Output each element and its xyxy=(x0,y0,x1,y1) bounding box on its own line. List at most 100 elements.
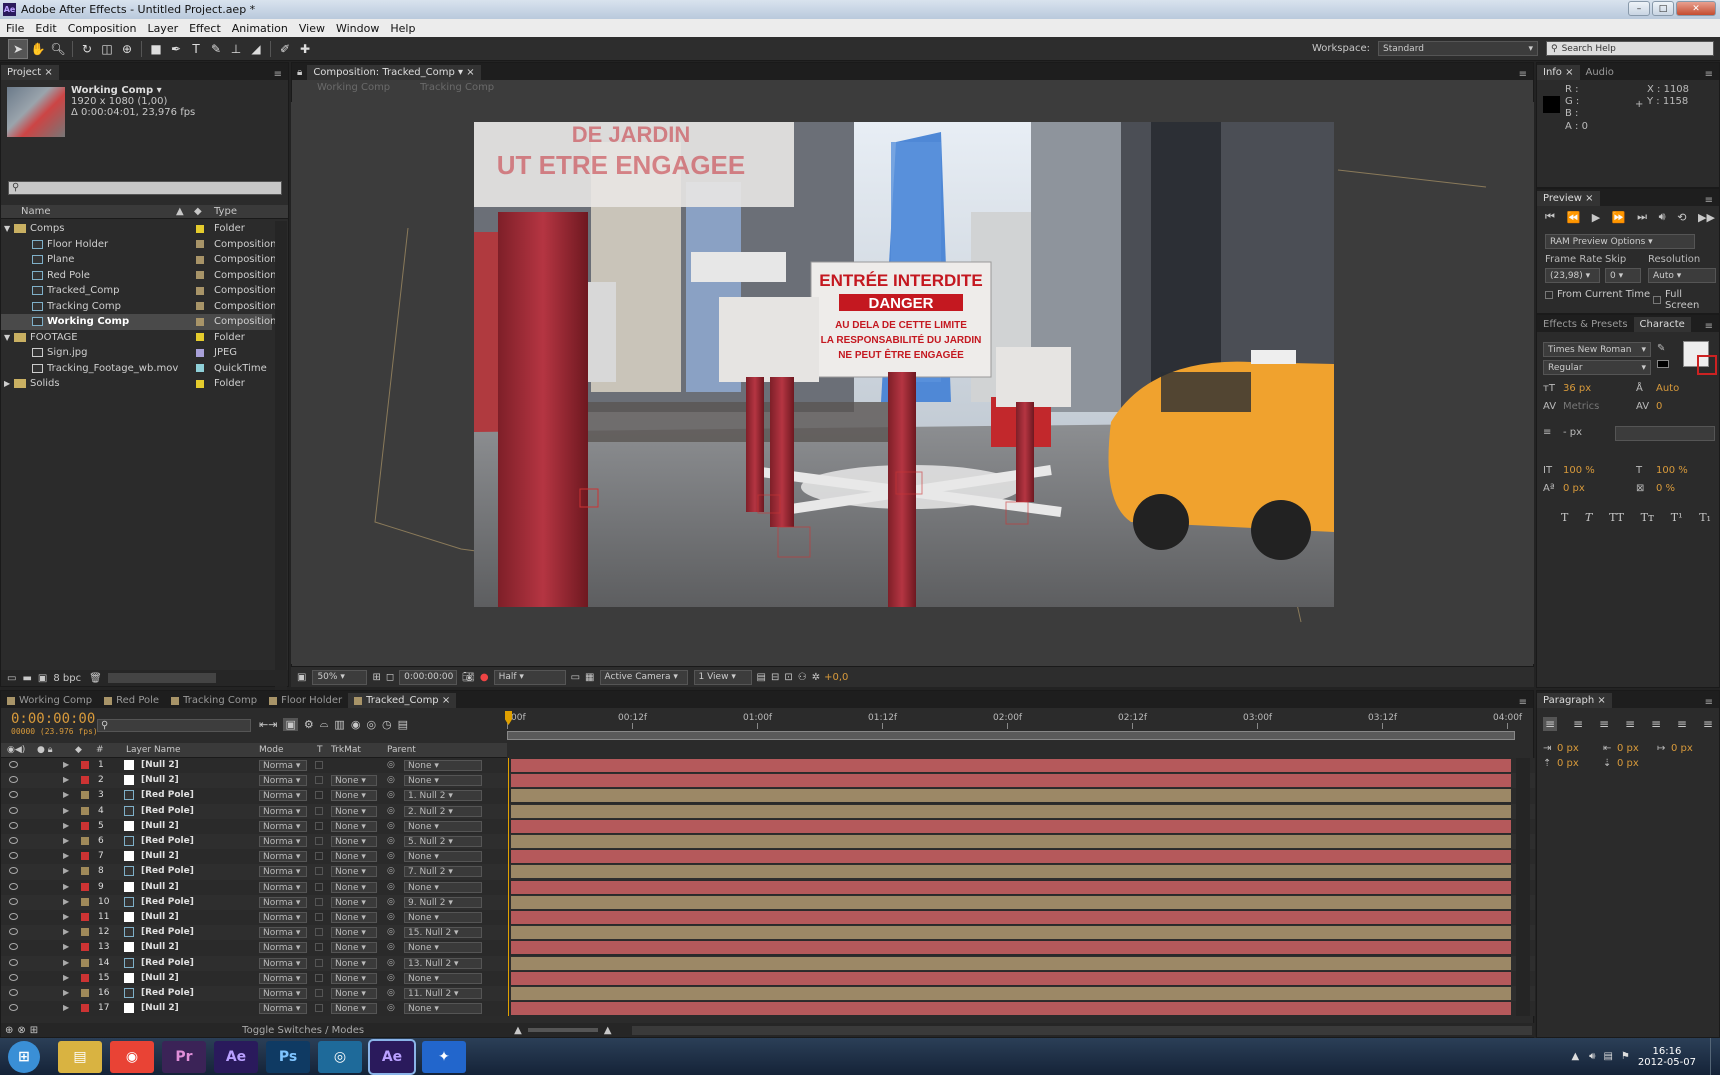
zoom-tool-icon[interactable]: 🔍︎ xyxy=(48,39,68,59)
layer-row[interactable]: ▶ 7 [Null 2] Norma ▾ None ▾ ◎ None ▾ xyxy=(1,849,1535,865)
full-screen-checkbox[interactable]: Full Screen xyxy=(1653,289,1719,311)
label-color-swatch[interactable] xyxy=(196,240,204,249)
layer-duration-bar[interactable] xyxy=(511,987,1511,1000)
layer-row[interactable]: ▶ 6 [Red Pole] Norma ▾ None ▾ ◎ 5. Null 2 ▾ xyxy=(1,834,1535,850)
visibility-eye-icon[interactable] xyxy=(9,882,18,890)
breadcrumb-tracking-comp[interactable]: Tracking Comp xyxy=(420,82,494,93)
layer-name[interactable]: [Null 2] xyxy=(141,912,179,922)
trkmat-dropdown[interactable]: None ▾ xyxy=(331,896,377,908)
justify-right-icon[interactable]: ≡ xyxy=(1677,717,1687,731)
layer-label-swatch[interactable] xyxy=(81,897,89,906)
fast-previews-icon[interactable]: ⊟ xyxy=(771,672,779,683)
visibility-eye-icon[interactable] xyxy=(9,928,18,936)
blend-mode-dropdown[interactable]: Norma ▾ xyxy=(259,942,307,954)
indent-right-value[interactable]: 0 px xyxy=(1617,743,1639,754)
layer-name[interactable]: [Red Pole] xyxy=(141,897,194,907)
trkmat-dropdown[interactable]: None ▾ xyxy=(331,775,377,787)
blend-mode-dropdown[interactable]: Norma ▾ xyxy=(259,972,307,984)
play-icon[interactable]: ▶ xyxy=(1592,211,1600,224)
column-name-header[interactable]: Name xyxy=(21,206,51,217)
parent-pickwhip-icon[interactable]: ◎ xyxy=(387,988,395,998)
parent-pickwhip-icon[interactable]: ◎ xyxy=(387,973,395,983)
blend-mode-dropdown[interactable]: Norma ▾ xyxy=(259,881,307,893)
parent-pickwhip-icon[interactable]: ◎ xyxy=(387,958,395,968)
visibility-eye-icon[interactable] xyxy=(9,806,18,814)
ram-preview-icon[interactable]: ▶▶ xyxy=(1698,211,1715,224)
layer-disclosure-triangle-icon[interactable]: ▶ xyxy=(63,775,69,784)
visibility-eye-icon[interactable] xyxy=(9,913,18,920)
work-area-bar[interactable] xyxy=(507,731,1515,740)
channel-icon[interactable]: ● xyxy=(480,672,489,683)
preserve-transparency-checkbox[interactable] xyxy=(315,897,323,906)
label-color-swatch[interactable] xyxy=(196,302,204,311)
visibility-eye-icon[interactable] xyxy=(9,852,18,860)
menu-effect[interactable]: Effect xyxy=(183,22,226,35)
tab-character[interactable]: Characte xyxy=(1633,317,1691,332)
parent-dropdown[interactable]: 11. Null 2 ▾ xyxy=(404,988,482,999)
layer-disclosure-triangle-icon[interactable]: ▶ xyxy=(63,912,69,921)
label-color-swatch[interactable] xyxy=(196,348,204,357)
align-left-icon[interactable]: ≡ xyxy=(1543,717,1558,731)
layer-label-swatch[interactable] xyxy=(81,882,89,891)
justify-all-icon[interactable]: ≡ xyxy=(1703,717,1713,731)
layer-duration-bar[interactable] xyxy=(511,895,1511,909)
blend-mode-dropdown[interactable]: Norma ▾ xyxy=(259,957,307,969)
label-color-swatch[interactable] xyxy=(196,255,204,264)
puppet-pin-tool-icon[interactable]: ✚ xyxy=(295,39,315,59)
layer-label-swatch[interactable] xyxy=(81,867,89,876)
layer-disclosure-triangle-icon[interactable]: ▶ xyxy=(63,942,69,951)
tab-paragraph[interactable]: Paragraph × xyxy=(1537,693,1612,708)
label-color-swatch[interactable] xyxy=(196,364,204,373)
menu-animation[interactable]: Animation xyxy=(226,22,293,35)
trkmat-dropdown[interactable]: None ▾ xyxy=(331,1003,377,1015)
tsume-value[interactable]: 0 % xyxy=(1656,483,1675,494)
parent-dropdown[interactable]: 2. Null 2 ▾ xyxy=(404,805,482,817)
lock-icon[interactable]: 🔒︎ xyxy=(297,67,302,78)
preserve-transparency-checkbox[interactable] xyxy=(315,776,323,785)
explorer-icon[interactable]: ▤ xyxy=(58,1040,102,1073)
parent-dropdown[interactable]: 13. Null 2 ▾ xyxy=(404,957,482,969)
layer-duration-bar[interactable] xyxy=(511,941,1511,955)
trkmat-dropdown[interactable]: None ▾ xyxy=(331,820,377,832)
faux-bold-button[interactable]: T xyxy=(1561,511,1568,524)
layer-disclosure-triangle-icon[interactable]: ▶ xyxy=(63,866,69,875)
layer-label-swatch[interactable] xyxy=(81,928,89,937)
volume-icon[interactable]: 🔊︎ xyxy=(1589,1051,1595,1062)
blend-mode-dropdown[interactable]: Norma ▾ xyxy=(259,790,307,802)
layer-label-swatch[interactable] xyxy=(81,761,89,769)
always-preview-icon[interactable]: ▣ xyxy=(297,672,306,683)
menu-view[interactable]: View xyxy=(293,22,330,35)
resolution-preview-dropdown[interactable]: Auto ▾ xyxy=(1648,268,1716,283)
layer-name[interactable]: [Red Pole] xyxy=(141,958,194,968)
preserve-transparency-checkbox[interactable] xyxy=(315,806,323,815)
tab-info[interactable]: Info × xyxy=(1537,65,1580,80)
auto-keyframe-icon[interactable]: ◷ xyxy=(382,718,392,731)
justify-left-icon[interactable]: ≡ xyxy=(1625,717,1635,731)
disclosure-triangle-icon[interactable]: ▼ xyxy=(4,333,14,342)
layer-label-swatch[interactable] xyxy=(81,913,89,921)
layer-disclosure-triangle-icon[interactable]: ▶ xyxy=(63,927,69,936)
parent-pickwhip-icon[interactable]: ◎ xyxy=(387,806,395,816)
tab-tracking-comp[interactable]: Tracking Comp xyxy=(165,693,263,708)
rectangle-tool-icon[interactable]: ■ xyxy=(146,39,166,59)
live-update-icon[interactable]: ▣ xyxy=(283,717,298,731)
parent-pickwhip-icon[interactable]: ◎ xyxy=(387,775,395,785)
menu-composition[interactable]: Composition xyxy=(62,22,142,35)
trkmat-dropdown[interactable]: None ▾ xyxy=(331,957,377,969)
layer-duration-bar[interactable] xyxy=(511,774,1511,788)
brainstorm-icon[interactable]: ◎ xyxy=(366,718,376,731)
parent-pickwhip-icon[interactable]: ◎ xyxy=(387,897,395,907)
kerning-value[interactable]: Metrics xyxy=(1563,401,1599,412)
font-size-value[interactable]: 36 px xyxy=(1563,383,1591,394)
parent-dropdown[interactable]: 5. Null 2 ▾ xyxy=(404,836,482,847)
column-type-header[interactable]: Type xyxy=(214,206,237,217)
photoshop-icon[interactable]: Ps xyxy=(266,1040,310,1073)
ram-preview-options-dropdown[interactable]: RAM Preview Options ▾ xyxy=(1545,234,1695,249)
tab-audio[interactable]: Audio xyxy=(1580,65,1620,80)
preserve-transparency-checkbox[interactable] xyxy=(315,821,323,830)
horizontal-scale-value[interactable]: 100 % xyxy=(1656,465,1688,476)
blend-mode-dropdown[interactable]: Norma ▾ xyxy=(259,1003,307,1015)
project-item[interactable]: Red Pole Composition xyxy=(1,268,276,284)
layer-name[interactable]: [Null 2] xyxy=(141,882,179,892)
current-time-indicator[interactable] xyxy=(508,758,509,1016)
